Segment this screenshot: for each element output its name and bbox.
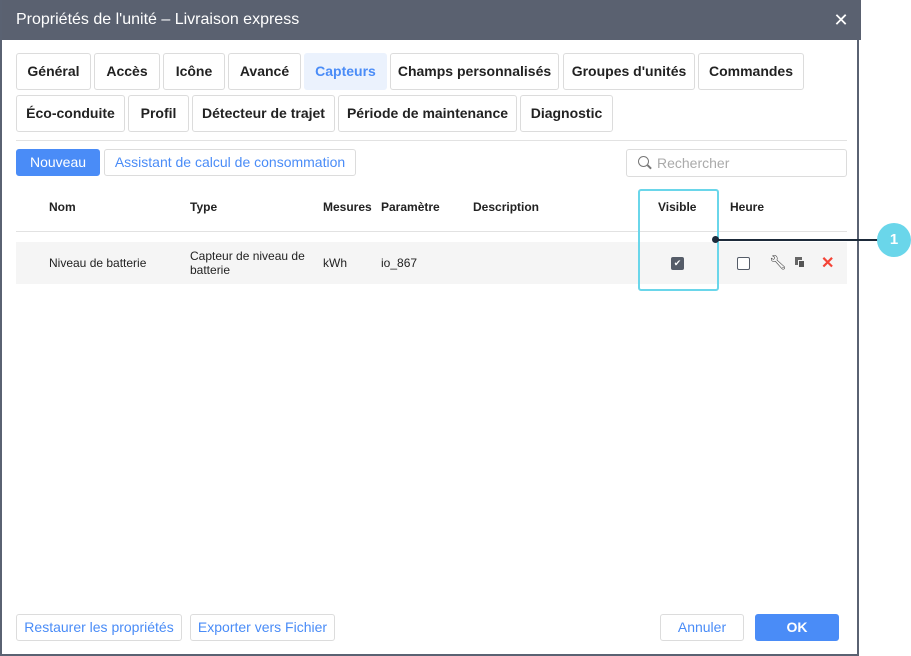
col-description[interactable]: Description [473, 200, 539, 214]
tab-eco-driving[interactable]: Éco-conduite [16, 95, 125, 132]
callout-line [716, 239, 878, 241]
new-button[interactable]: Nouveau [16, 149, 100, 176]
cancel-button[interactable]: Annuler [660, 614, 744, 641]
table-row[interactable]: Niveau de batterie Capteur de niveau de … [16, 242, 847, 284]
col-parameter[interactable]: Paramètre [381, 200, 440, 214]
tab-sensors[interactable]: Capteurs [304, 53, 387, 90]
search-input[interactable]: Rechercher [626, 149, 847, 177]
sensor-unit: kWh [323, 256, 347, 270]
tab-profile[interactable]: Profil [128, 95, 189, 132]
tab-icon[interactable]: Icône [163, 53, 225, 90]
tab-commands[interactable]: Commandes [698, 53, 804, 90]
search-placeholder: Rechercher [657, 155, 730, 171]
tab-unit-groups[interactable]: Groupes d'unités [563, 53, 695, 90]
ok-button[interactable]: OK [755, 614, 839, 641]
visible-column-highlight [638, 189, 719, 291]
consumption-wizard-button[interactable]: Assistant de calcul de consommation [104, 149, 356, 176]
col-time: Heure [730, 200, 765, 214]
tab-diagnostics[interactable]: Diagnostic [520, 95, 613, 132]
sensor-type: Capteur de niveau de batterie [190, 249, 305, 277]
col-type[interactable]: Type [190, 200, 217, 214]
time-checkbox[interactable] [737, 257, 750, 270]
tab-trip-detector[interactable]: Détecteur de trajet [192, 95, 335, 132]
dialog-title: Propriétés de l'unité – Livraison expres… [2, 0, 861, 40]
tab-advanced[interactable]: Avancé [228, 53, 301, 90]
sensor-name: Niveau de batterie [49, 256, 147, 270]
callout-badge: 1 [877, 223, 911, 257]
wrench-icon[interactable]: 🔧︎ [769, 254, 787, 271]
header-divider [16, 231, 847, 232]
col-units[interactable]: Mesures [323, 200, 372, 214]
tab-general[interactable]: Général [16, 53, 91, 90]
copy-icon[interactable] [795, 257, 806, 269]
unit-properties-dialog: Propriétés de l'unité – Livraison expres… [0, 0, 861, 656]
divider [16, 140, 847, 141]
close-icon[interactable]: ✕ [832, 10, 850, 30]
tab-access[interactable]: Accès [94, 53, 160, 90]
delete-icon[interactable]: ✕ [821, 253, 834, 273]
sensor-parameter: io_867 [381, 256, 418, 270]
tab-custom-fields[interactable]: Champs personnalisés [390, 53, 559, 90]
tab-maintenance[interactable]: Période de maintenance [338, 95, 517, 132]
restore-properties-button[interactable]: Restaurer les propriétés [16, 614, 182, 641]
search-icon [638, 156, 649, 167]
callout-dot [712, 236, 719, 243]
col-name[interactable]: Nom [49, 200, 76, 214]
export-to-file-button[interactable]: Exporter vers Fichier [190, 614, 335, 641]
